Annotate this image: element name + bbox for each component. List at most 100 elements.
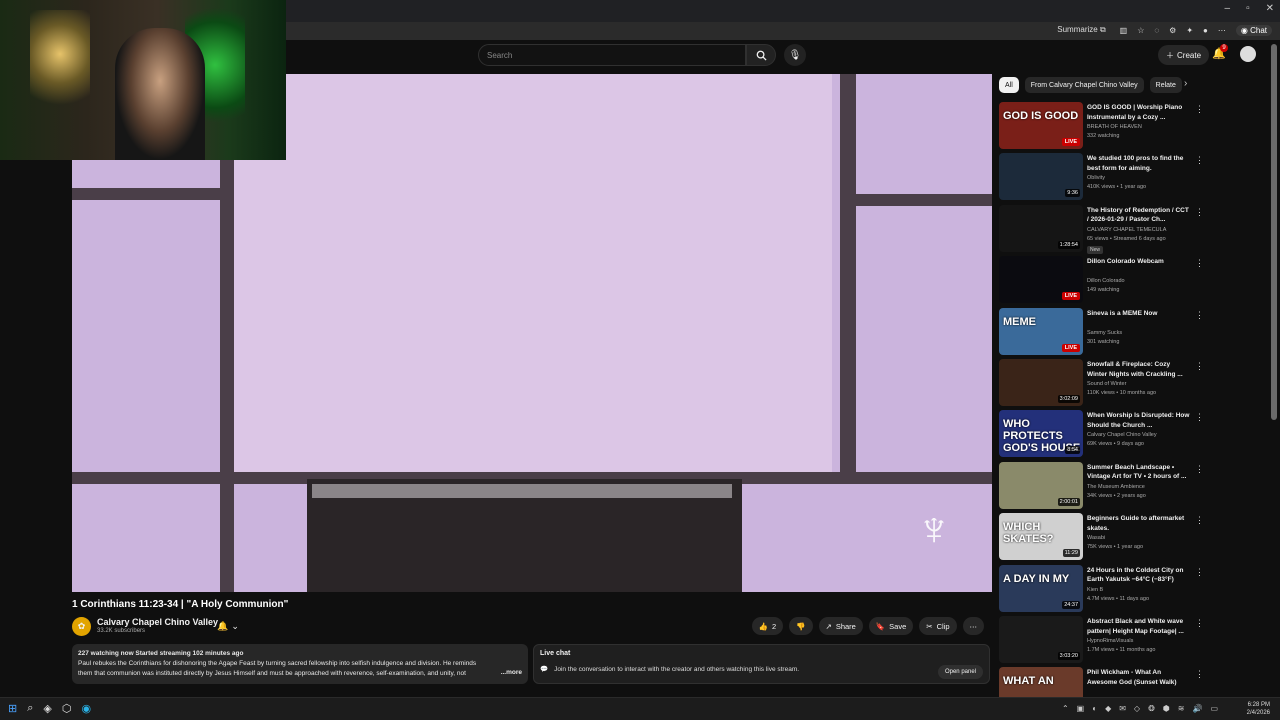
recommendation-channel[interactable]: HypnoRimaVisuals	[1087, 638, 1133, 644]
save-button[interactable]: 🔖 Save	[868, 617, 914, 635]
account-avatar[interactable]	[1240, 46, 1256, 62]
more-vertical-icon[interactable]: ⋮	[1195, 310, 1204, 321]
recommendation-item[interactable]: GOD IS GOOD LIVE GOD IS GOOD | Worship Pia…	[999, 102, 1204, 150]
clip-button[interactable]: ✂ Clip	[919, 617, 957, 635]
edge-browser-icon[interactable]: ◉	[81, 702, 91, 715]
recommendation-title[interactable]: Phil Wickham - What An Awesome God (Suns…	[1087, 668, 1191, 687]
recommendation-title[interactable]: The History of Redemption / CCT / 2026-0…	[1087, 206, 1191, 225]
video-thumbnail[interactable]: WHO PROTECTS GOD'S HOUSE 8:54	[999, 410, 1083, 458]
share-button[interactable]: ↗ Share	[818, 617, 863, 635]
profile-icon[interactable]: ●	[1203, 26, 1208, 35]
extension-puzzle-icon[interactable]: ⚙	[1169, 26, 1176, 35]
recommendation-item[interactable]: A DAY IN MY 24:37 24 Hours in the Coldest …	[999, 564, 1204, 613]
tray-app-icon[interactable]: ⬢	[1163, 704, 1170, 713]
show-more-link[interactable]: ...more	[500, 668, 522, 678]
recommendation-item[interactable]: WHICH SKATES? 11:29 Beginners Guide to aft…	[999, 513, 1204, 561]
extensions-icon[interactable]: ◌	[1154, 26, 1159, 35]
app-icon[interactable]: ⬡	[62, 702, 72, 715]
app-icon[interactable]: ◈	[43, 702, 51, 715]
recommendation-title[interactable]: We studied 100 pros to find the best for…	[1087, 154, 1191, 173]
taskbar-clock[interactable]: 6:28 PM 2/4/2026	[1247, 701, 1270, 717]
more-vertical-icon[interactable]: ⋮	[1195, 567, 1204, 578]
recommendation-channel[interactable]: Kien B	[1087, 587, 1103, 593]
channel-name[interactable]: Calvary Chapel Chino Valley	[97, 617, 218, 627]
favorites-icon[interactable]: ✦	[1186, 26, 1193, 35]
battery-icon[interactable]: ▭	[1210, 704, 1218, 713]
chip-related[interactable]: Relate	[1149, 77, 1182, 93]
dislike-button[interactable]: 👎	[789, 617, 813, 635]
search-button[interactable]	[746, 44, 776, 66]
more-vertical-icon[interactable]: ⋮	[1195, 361, 1204, 372]
search-input[interactable]: Search	[478, 44, 746, 66]
copilot-chat-button[interactable]: ◉ Chat	[1235, 24, 1272, 36]
wifi-icon[interactable]: ≋	[1178, 704, 1185, 713]
tray-app-icon[interactable]: ◐	[1092, 704, 1097, 713]
recommendation-item[interactable]: LIVE Dillon Colorado Webcam Dillon Colorad…	[999, 256, 1204, 304]
recommendation-channel[interactable]: BREATH OF HEAVEN	[1087, 124, 1142, 130]
subscription-bell-button[interactable]: 🔔 ⌄	[212, 618, 244, 634]
more-vertical-icon[interactable]: ⋮	[1195, 464, 1204, 475]
close-window-button[interactable]: ✕	[1266, 3, 1274, 14]
recommendation-channel[interactable]: Calvary Chapel Chino Valley	[1087, 432, 1157, 438]
minimize-button[interactable]: –	[1225, 3, 1231, 14]
tray-app-icon[interactable]: ◆	[1105, 704, 1111, 713]
video-thumbnail[interactable]: 9:36	[999, 153, 1083, 201]
recommendation-item[interactable]: WHO PROTECTS GOD'S HOUSE 8:54 When Worship…	[999, 410, 1204, 458]
video-thumbnail[interactable]: A DAY IN MY 24:37	[999, 564, 1083, 612]
maximize-button[interactable]: ▫	[1246, 3, 1250, 14]
recommendation-item[interactable]: 3:03:20 Abstract Black and White wave pat…	[999, 616, 1204, 664]
video-thumbnail[interactable]: LIVE	[999, 256, 1083, 304]
recommendation-channel[interactable]: Wasabi	[1087, 535, 1105, 541]
recommendation-title[interactable]: Dillon Colorado Webcam	[1087, 257, 1191, 267]
open-panel-button[interactable]: Open panel	[937, 665, 983, 679]
recommendation-channel[interactable]: Dillon Colorado	[1087, 278, 1125, 284]
create-button[interactable]: ＋ Create	[1158, 45, 1210, 65]
recommendation-channel[interactable]: Sammy Sucks	[1087, 330, 1122, 336]
recommendation-title[interactable]: 24 Hours in the Coldest City on Earth Ya…	[1087, 566, 1191, 585]
video-thumbnail[interactable]: 1:28:54	[999, 204, 1083, 252]
more-vertical-icon[interactable]: ⋮	[1195, 515, 1204, 526]
more-actions-button[interactable]: ⋯	[962, 617, 984, 635]
tray-chevron-icon[interactable]: ⌃	[1062, 704, 1069, 713]
like-button[interactable]: 👍 2	[751, 617, 784, 635]
recommendation-item[interactable]: 2:00:01 Summer Beach Landscape • Vintage …	[999, 461, 1204, 510]
more-vertical-icon[interactable]: ⋮	[1195, 207, 1204, 218]
volume-icon[interactable]: 🔊	[1192, 704, 1202, 713]
recommendation-title[interactable]: When Worship Is Disrupted: How Should th…	[1087, 411, 1191, 430]
chip-from-channel[interactable]: From Calvary Chapel Chino Valley	[1024, 77, 1144, 93]
video-thumbnail[interactable]: MEME LIVE	[999, 307, 1083, 355]
favorite-star-icon[interactable]: ☆	[1137, 26, 1144, 35]
chevron-right-icon[interactable]: ›	[1184, 78, 1187, 89]
recommendation-channel[interactable]: CALVARY CHAPEL TEMECULA	[1087, 227, 1166, 233]
recommendation-title[interactable]: GOD IS GOOD | Worship Piano Instrumental…	[1087, 103, 1191, 122]
more-vertical-icon[interactable]: ⋮	[1195, 618, 1204, 629]
recommendation-channel[interactable]: The Museum Ambience	[1087, 484, 1145, 490]
channel-avatar[interactable]: ✿	[72, 617, 91, 636]
voice-search-button[interactable]: 🎙	[784, 44, 806, 66]
tray-app-icon[interactable]: ◇	[1134, 704, 1140, 713]
recommendation-channel[interactable]: Sound of Winter	[1087, 381, 1126, 387]
summarize-button[interactable]: Summarize ⧉	[1053, 24, 1109, 36]
recommendation-title[interactable]: Sineva is a MEME Now	[1087, 309, 1191, 319]
page-scrollbar[interactable]	[1271, 44, 1277, 420]
more-vertical-icon[interactable]: ⋮	[1195, 258, 1204, 269]
more-vertical-icon[interactable]: ⋮	[1195, 669, 1204, 680]
video-thumbnail[interactable]: GOD IS GOOD LIVE	[999, 102, 1083, 149]
more-vertical-icon[interactable]: ⋮	[1195, 155, 1204, 166]
tray-app-icon[interactable]: ▣	[1077, 704, 1085, 713]
recommendation-item[interactable]: 1:28:54 The History of Redemption / CCT /…	[999, 204, 1204, 254]
video-thumbnail[interactable]: 3:03:20	[999, 616, 1083, 663]
video-thumbnail[interactable]: 2:00:01	[999, 461, 1083, 509]
tray-app-icon[interactable]: ✉	[1119, 704, 1126, 713]
recommendation-title[interactable]: Abstract Black and White wave pattern| H…	[1087, 617, 1191, 636]
search-icon[interactable]: ⌕	[27, 702, 33, 715]
split-view-icon[interactable]: ▥	[1120, 26, 1128, 35]
recommendation-channel[interactable]: Oblivity	[1087, 175, 1105, 181]
video-thumbnail[interactable]: 3:02:09	[999, 359, 1083, 406]
recommendation-title[interactable]: Snowfall & Fireplace: Cozy Winter Nights…	[1087, 360, 1191, 379]
chip-all[interactable]: All	[999, 77, 1019, 93]
more-vertical-icon[interactable]: ⋮	[1195, 104, 1204, 115]
recommendation-item[interactable]: 3:02:09 Snowfall & Fireplace: Cozy Winter…	[999, 359, 1204, 407]
tray-app-icon[interactable]: ❂	[1148, 704, 1155, 713]
recommendation-item[interactable]: MEME LIVE Sineva is a MEME Now Sammy Sucks 3…	[999, 307, 1204, 356]
